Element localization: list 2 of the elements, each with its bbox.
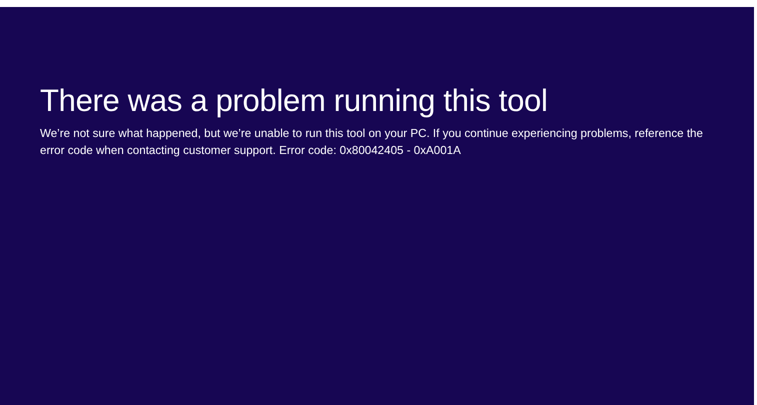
error-title: There was a problem running this tool xyxy=(40,82,548,120)
error-message: We’re not sure what happened, but we’re unable to run this tool on your PC. If you continue experiencing problems, reference the error code when contacting customer support. Error code: 0x80042405 - 0xA001A xyxy=(40,126,704,159)
